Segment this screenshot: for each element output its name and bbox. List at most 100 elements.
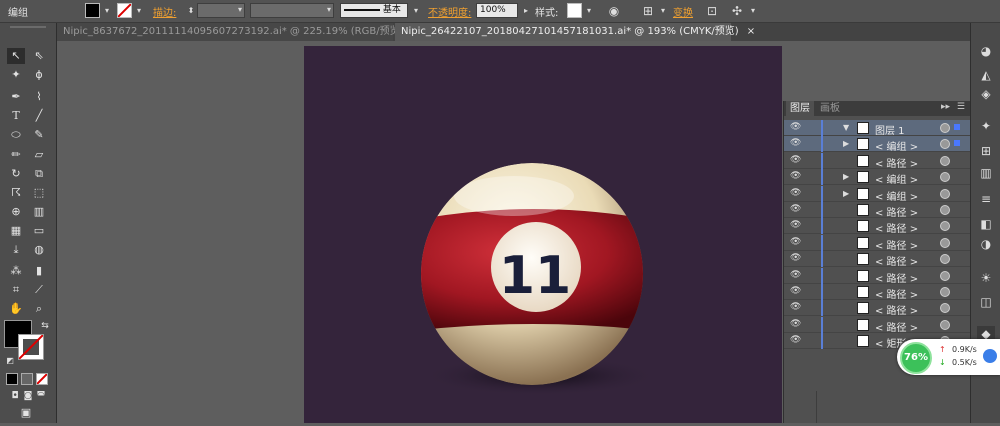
color-icon[interactable]: ◭: [977, 67, 995, 83]
graphic-styles-icon[interactable]: ▥: [977, 165, 995, 181]
gradient-mode-icon[interactable]: [21, 373, 33, 385]
arrange-icon[interactable]: ✣: [729, 3, 745, 19]
visibility-eye-icon[interactable]: 👁: [790, 319, 801, 329]
selection-tool-icon[interactable]: ↖: [7, 48, 25, 64]
mesh-tool-icon[interactable]: ▦: [7, 223, 25, 239]
recolor-artwork-icon[interactable]: ◉: [606, 3, 622, 19]
gradient-tool-icon[interactable]: ▭: [30, 223, 48, 239]
isolate-group-icon[interactable]: ⊡: [704, 3, 720, 19]
variable-width-profile-select[interactable]: ▾: [250, 3, 334, 18]
expand-arrow-icon[interactable]: ▶: [843, 189, 849, 198]
network-speed-widget[interactable]: 76% ↑ 0.9K/s ↓ 0.5K/s: [897, 339, 1000, 375]
target-circle-icon[interactable]: [940, 205, 950, 215]
layer-row[interactable]: 👁 < 路径 >: [784, 152, 970, 170]
brush-dropdown-icon[interactable]: ▾: [408, 3, 424, 19]
panel-menu-icon[interactable]: ☰: [957, 102, 965, 112]
visibility-eye-icon[interactable]: 👁: [790, 270, 801, 280]
expand-arrow-icon[interactable]: ▼: [843, 123, 849, 132]
rotate-tool-icon[interactable]: ↻: [7, 166, 25, 182]
layer-row[interactable]: 👁 ▶ < 编组 >: [784, 136, 970, 153]
layer-row[interactable]: 👁 ▶ < 编组 >: [784, 185, 970, 203]
stroke-swatch[interactable]: [117, 3, 132, 18]
free-transform-tool-icon[interactable]: ⬚: [30, 185, 48, 201]
close-icon[interactable]: ×: [747, 26, 755, 37]
accelerator-icon[interactable]: [983, 349, 997, 363]
visibility-eye-icon[interactable]: 👁: [790, 122, 801, 132]
warp-tool-icon[interactable]: ☈: [7, 185, 25, 201]
artboard[interactable]: 11: [304, 46, 782, 423]
stroke-weight-link[interactable]: 描边:: [153, 4, 176, 19]
visibility-eye-icon[interactable]: 👁: [790, 286, 801, 296]
target-circle-icon[interactable]: [940, 319, 950, 330]
pencil-tool-icon[interactable]: ✏: [7, 147, 25, 163]
align-panel-icon[interactable]: ◫: [977, 294, 995, 310]
shape-builder-tool-icon[interactable]: ⊕: [7, 204, 25, 220]
tab-artboards[interactable]: 画板: [816, 101, 844, 116]
symbol-sprayer-tool-icon[interactable]: ⁂: [7, 263, 25, 279]
type-tool-icon[interactable]: T: [7, 108, 25, 124]
visibility-eye-icon[interactable]: 👁: [790, 253, 801, 263]
visibility-eye-icon[interactable]: 👁: [790, 302, 801, 312]
target-circle-icon[interactable]: [940, 270, 950, 281]
stroke-color-box[interactable]: [18, 334, 44, 360]
gradient-panel-icon[interactable]: ◧: [977, 216, 995, 232]
target-circle-icon[interactable]: [940, 287, 950, 297]
tab-layers[interactable]: 图层: [786, 101, 814, 116]
collapse-panel-icon[interactable]: ▸▸: [941, 102, 950, 112]
draw-inside-icon[interactable]: ◚: [32, 388, 50, 404]
layer-row[interactable]: 👁 < 路径 >: [784, 284, 970, 301]
visibility-eye-icon[interactable]: 👁: [790, 237, 801, 247]
selection-indicator[interactable]: [954, 124, 960, 130]
paintbrush-tool-icon[interactable]: ✎: [30, 127, 48, 143]
document-tab-2[interactable]: Nipic_26422107_20180427101457181031.ai* …: [395, 23, 755, 41]
artboard-tool-icon[interactable]: ⌗: [7, 282, 25, 298]
swap-colors-icon[interactable]: ⇆: [36, 318, 54, 334]
opacity-field[interactable]: 100%: [476, 3, 518, 18]
align-dropdown-icon[interactable]: ▾: [655, 3, 671, 19]
hand-tool-icon[interactable]: ✋: [7, 301, 25, 317]
symbols-icon[interactable]: ⊞: [977, 143, 995, 159]
layer-row[interactable]: 👁 < 路径 >: [784, 202, 970, 219]
selection-indicator[interactable]: [954, 140, 960, 147]
target-circle-icon[interactable]: [940, 237, 950, 248]
eraser-tool-icon[interactable]: ▱: [30, 147, 48, 163]
blend-tool-icon[interactable]: ◍: [30, 242, 48, 258]
layer-row[interactable]: 👁 < 路径 >: [784, 234, 970, 252]
panel-grip[interactable]: [10, 26, 46, 28]
direct-selection-tool-icon[interactable]: ⇖: [30, 48, 48, 64]
pen-tool-icon[interactable]: ✒: [7, 89, 25, 105]
document-tab-1[interactable]: Nipic_8637672_20111114095607273192.ai* @…: [57, 23, 420, 41]
visibility-eye-icon[interactable]: 👁: [790, 171, 801, 181]
default-colors-icon[interactable]: ◩: [1, 353, 19, 369]
stroke-dropdown-icon[interactable]: ▾: [131, 3, 147, 19]
none-mode-icon[interactable]: [36, 373, 48, 385]
opacity-link[interactable]: 不透明度:: [428, 4, 471, 19]
opacity-dropdown-icon[interactable]: ▸: [518, 3, 534, 19]
expand-arrow-icon[interactable]: ▶: [843, 139, 849, 148]
scale-tool-icon[interactable]: ⧉: [30, 166, 48, 182]
expand-arrow-icon[interactable]: ▶: [843, 172, 849, 181]
swatches-icon[interactable]: ◈: [977, 86, 995, 102]
target-circle-icon[interactable]: [940, 155, 950, 166]
visibility-eye-icon[interactable]: 👁: [790, 155, 801, 165]
layer-row[interactable]: 👁 ▶ < 编组 >: [784, 169, 970, 186]
fill-dropdown-icon[interactable]: ▾: [99, 3, 115, 19]
perspective-grid-tool-icon[interactable]: ▥: [30, 204, 48, 220]
color-mode-icon[interactable]: [6, 373, 18, 385]
layer-row[interactable]: 👁 < 路径 >: [784, 267, 970, 285]
target-circle-icon[interactable]: [940, 221, 950, 232]
target-circle-icon[interactable]: [940, 172, 950, 183]
curvature-tool-icon[interactable]: ⌇: [30, 89, 48, 105]
target-circle-icon[interactable]: [940, 139, 950, 150]
fill-swatch[interactable]: [85, 3, 100, 18]
stroke-weight-select[interactable]: ▾: [197, 3, 245, 18]
arrange-dropdown-icon[interactable]: ▾: [745, 3, 761, 19]
ellipse-tool-icon[interactable]: ⬭: [7, 127, 25, 143]
eyedropper-tool-icon[interactable]: ⤓: [7, 242, 25, 258]
color-guide-icon[interactable]: ◕: [977, 43, 995, 59]
target-circle-icon[interactable]: [940, 303, 950, 314]
style-dropdown-icon[interactable]: ▾: [581, 3, 597, 19]
zoom-tool-icon[interactable]: ⌕: [30, 301, 48, 317]
column-graph-tool-icon[interactable]: ▮: [30, 263, 48, 279]
brush-definition-select[interactable]: 基本: [340, 3, 408, 18]
